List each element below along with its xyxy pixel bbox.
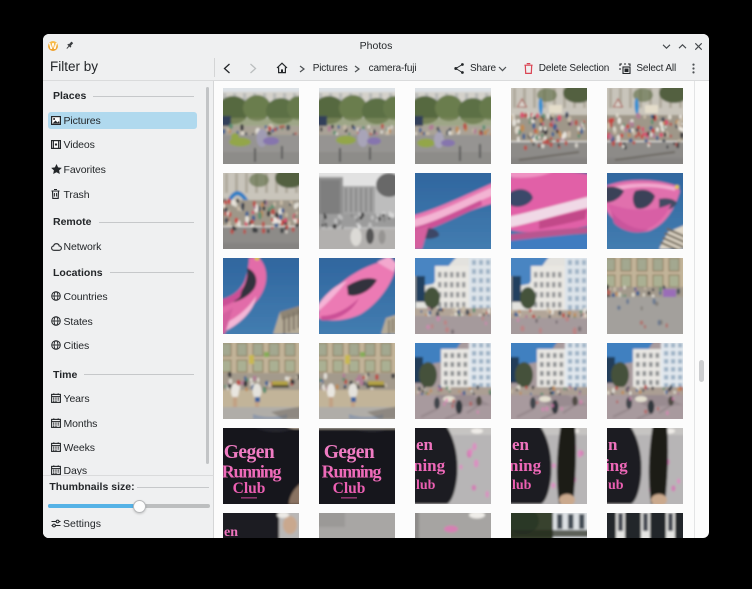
- svg-text:Club: Club: [233, 480, 266, 497]
- svg-text:en: en: [512, 435, 530, 454]
- svg-text:ning: ning: [415, 456, 446, 475]
- svg-text:lub: lub: [512, 478, 532, 493]
- svg-text:Running: Running: [223, 462, 282, 482]
- svg-text:Club: Club: [333, 480, 366, 497]
- svg-text:lub: lub: [416, 478, 436, 493]
- svg-text:ning: ning: [511, 456, 542, 475]
- svg-text:Gegen: Gegen: [224, 442, 275, 463]
- svg-text:en: en: [224, 525, 238, 538]
- svg-text:Running: Running: [322, 462, 382, 482]
- svg-text:ing: ing: [607, 456, 628, 475]
- svg-text:n: n: [608, 435, 618, 454]
- svg-text:Gegen: Gegen: [324, 442, 375, 463]
- svg-text:ub: ub: [608, 478, 624, 493]
- svg-text:en: en: [416, 435, 434, 454]
